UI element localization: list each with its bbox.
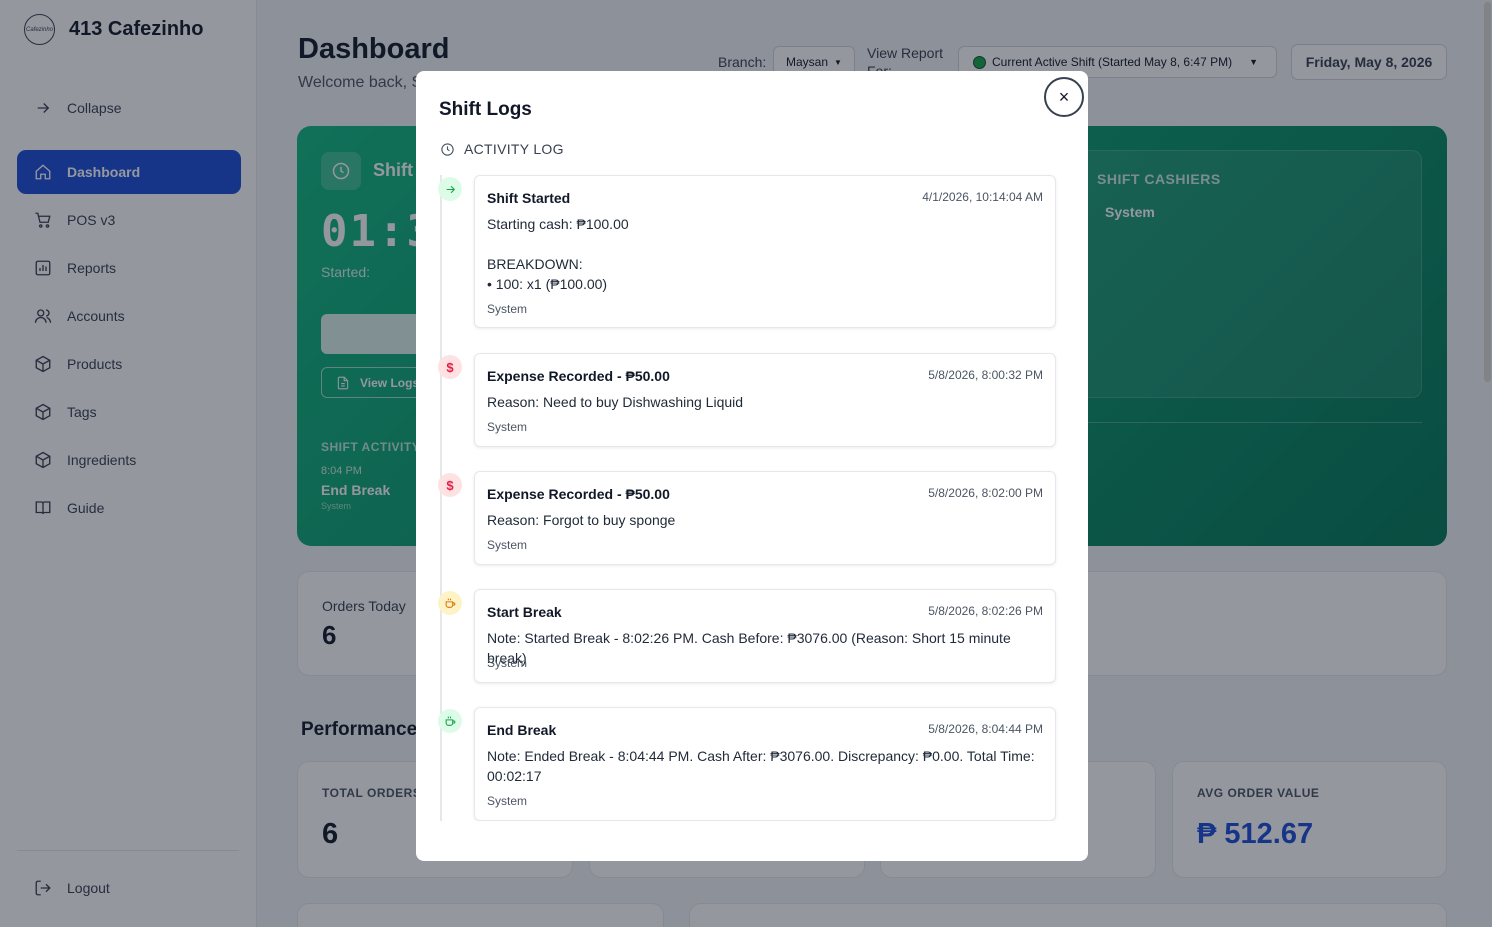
clock-icon [441, 142, 454, 156]
activity-log-heading: ACTIVITY LOG [440, 141, 564, 157]
log-user: System [487, 656, 528, 670]
log-user: System [487, 420, 528, 434]
log-entry: Expense Recorded - ₱50.00 5/8/2026, 8:00… [474, 353, 1056, 447]
close-button[interactable]: × [1044, 77, 1084, 117]
page-scrollbar[interactable] [1482, 0, 1492, 927]
log-user: System [487, 538, 528, 552]
log-title: Expense Recorded - ₱50.00 [487, 368, 670, 384]
log-title: Shift Started [487, 190, 571, 206]
log-body: Note: Ended Break - 8:04:44 PM. Cash Aft… [487, 748, 1035, 784]
log-entry: Shift Started 4/1/2026, 10:14:04 AM Star… [474, 175, 1056, 328]
log-time: 5/8/2026, 8:02:00 PM [928, 486, 1043, 500]
log-title: Start Break [487, 604, 562, 620]
log-body: Reason: Need to buy Dishwashing Liquid [487, 394, 744, 410]
log-body: Note: Started Break - 8:02:26 PM. Cash B… [487, 630, 1011, 666]
coffee-icon [438, 591, 462, 615]
coffee-icon [438, 709, 462, 733]
modal-title: Shift Logs [439, 99, 532, 120]
log-entry: Expense Recorded - ₱50.00 5/8/2026, 8:02… [474, 471, 1056, 565]
log-time: 5/8/2026, 8:04:44 PM [928, 722, 1043, 736]
log-title: End Break [487, 722, 557, 738]
shift-logs-modal: Shift Logs × ACTIVITY LOG Shift Started … [416, 71, 1088, 861]
dollar-icon: $ [438, 355, 462, 379]
log-title: Expense Recorded - ₱50.00 [487, 486, 670, 502]
log-user: System [487, 302, 528, 316]
log-entry: End Break 5/8/2026, 8:04:44 PM Note: End… [474, 707, 1056, 821]
dollar-icon: $ [438, 473, 462, 497]
log-time: 5/8/2026, 8:00:32 PM [928, 368, 1043, 382]
log-time: 5/8/2026, 8:02:26 PM [928, 604, 1043, 618]
activity-log-label: ACTIVITY LOG [464, 141, 564, 157]
log-body: Starting cash: ₱100.00 BREAKDOWN: • 100:… [487, 216, 629, 292]
activity-timeline[interactable]: Shift Started 4/1/2026, 10:14:04 AM Star… [416, 171, 1088, 821]
close-icon: × [1058, 86, 1070, 107]
log-time: 4/1/2026, 10:14:04 AM [922, 190, 1043, 204]
arrow-right-icon [438, 177, 462, 201]
log-body: Reason: Forgot to buy sponge [487, 512, 676, 528]
scrollbar-thumb[interactable] [1484, 2, 1491, 382]
log-user: System [487, 794, 528, 808]
log-entry: Start Break 5/8/2026, 8:02:26 PM Note: S… [474, 589, 1056, 683]
